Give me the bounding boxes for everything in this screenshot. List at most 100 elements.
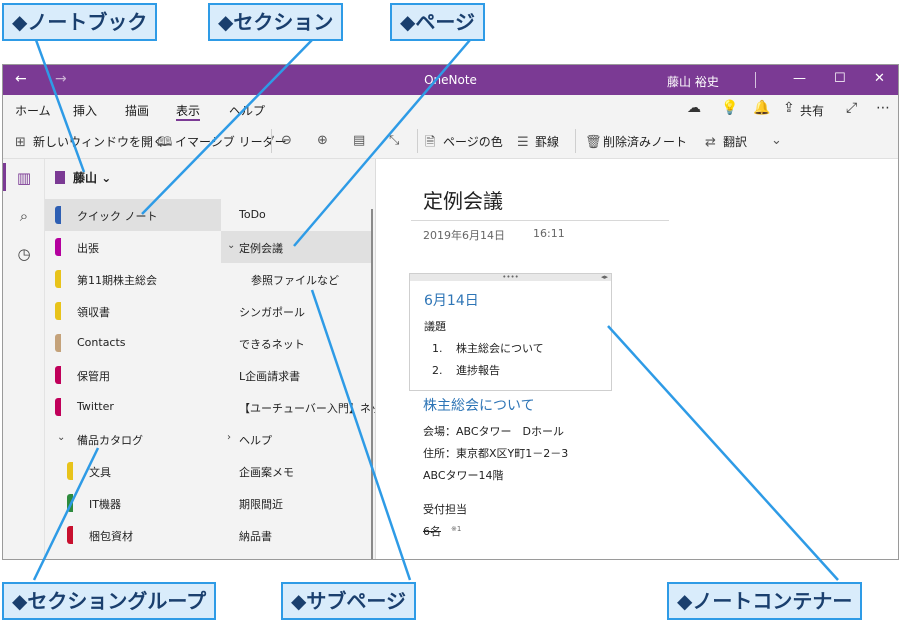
section-label: Contacts xyxy=(77,336,126,349)
page-date: 2019年6月14日 xyxy=(423,229,505,242)
section-tab-icon xyxy=(55,270,61,288)
note-line[interactable]: 6名 ※1 xyxy=(423,523,461,539)
section-item[interactable]: 文具 xyxy=(45,455,221,487)
note-line[interactable]: ABCタワー14階 xyxy=(423,467,504,483)
zoom-in-icon: ⊕ xyxy=(317,133,328,148)
user-name[interactable]: 藤山 裕史 xyxy=(667,73,719,90)
list-item[interactable]: 1. 株主総会について xyxy=(432,340,544,356)
note-container[interactable]: •••• ◂▸ 6月14日 議題 1. 株主総会について 2. 進捗報告 xyxy=(409,273,612,391)
page-item[interactable]: L企画請求書 xyxy=(221,359,373,391)
onenote-window: ← → OneNote 藤山 裕史 — ☐ ✕ ホーム 挿入 描画 表示 ヘルプ… xyxy=(2,64,899,560)
ribbon-tabs: ホーム 挿入 描画 表示 ヘルプ ☁ 💡 🔔 ⇪ 共有 ⤢ ⋯ xyxy=(3,95,898,123)
expand-icon[interactable]: ⤢ xyxy=(846,100,857,116)
immersive-reader-button[interactable]: 🕮 イマーシブ リーダー xyxy=(157,133,287,155)
toolbar-divider xyxy=(575,129,576,153)
section-label: 梱包資材 xyxy=(89,530,133,543)
section-item[interactable]: クイック ノート xyxy=(45,199,221,231)
section-tab-icon xyxy=(55,302,61,320)
notebook-name: 藤山 xyxy=(73,171,98,185)
note-heading[interactable]: 株主総会について xyxy=(423,395,535,415)
section-group-item[interactable]: ⌄ 備品カタログ xyxy=(45,423,221,455)
zoom-out-button[interactable]: ⊖ xyxy=(281,133,299,148)
note-line[interactable]: 受付担当 xyxy=(423,501,467,517)
zoom-in-button[interactable]: ⊕ xyxy=(317,133,335,148)
minimize-button[interactable]: — xyxy=(793,71,806,86)
search-icon[interactable]: ⌕ xyxy=(3,207,45,225)
lightbulb-icon[interactable]: 💡 xyxy=(721,100,738,116)
share-button[interactable]: 共有 xyxy=(800,102,824,119)
tab-draw[interactable]: 描画 xyxy=(125,102,149,119)
section-item[interactable]: 領収書 xyxy=(45,295,221,327)
page-item[interactable]: › ヘルプ xyxy=(221,423,373,455)
section-item[interactable]: 第11期株主総会 xyxy=(45,263,221,295)
notebooks-icon[interactable]: ▥ xyxy=(3,163,45,191)
list-number: 1. xyxy=(432,342,443,355)
list-item[interactable]: 2. 進捗報告 xyxy=(432,362,500,378)
page-item[interactable]: シンガポール xyxy=(221,295,373,327)
bell-icon[interactable]: 🔔 xyxy=(753,100,770,116)
more-icon[interactable]: ⋯ xyxy=(876,100,890,116)
page-label: L企画請求書 xyxy=(239,370,301,383)
tab-home[interactable]: ホーム xyxy=(15,102,51,119)
rule-lines-icon: ☰ xyxy=(517,135,529,150)
new-window-label: 新しいウィンドウを開く xyxy=(33,135,166,149)
page-list-scrollbar[interactable] xyxy=(371,209,373,559)
page-item[interactable]: ⌄ 定例会議 xyxy=(221,231,373,263)
section-tab-icon xyxy=(67,462,73,480)
section-item[interactable]: Twitter xyxy=(45,391,221,423)
sync-icon[interactable]: ☁ xyxy=(687,100,701,116)
callout-note-container: ◆ノートコンテナー xyxy=(667,582,863,620)
immersive-reader-label: イマーシブ リーダー xyxy=(175,135,287,149)
page-color-label: ページの色 xyxy=(443,135,503,149)
page-item[interactable]: ToDo xyxy=(221,199,373,231)
callout-page: ◆ページ xyxy=(390,3,485,41)
rule-lines-button[interactable]: ☰ 罫線 xyxy=(517,133,559,150)
footnote-mark: ※1 xyxy=(451,525,462,533)
translate-button[interactable]: ⇄ 翻訳 xyxy=(705,133,747,150)
container-heading[interactable]: 6月14日 xyxy=(424,290,479,310)
section-item[interactable]: IT機器 xyxy=(45,487,221,519)
toolbar-overflow-button[interactable]: ⌄ xyxy=(771,133,789,148)
section-item[interactable]: Contacts xyxy=(45,327,221,359)
page-item[interactable]: 納品書 xyxy=(221,519,373,551)
page-item[interactable]: できるネット xyxy=(221,327,373,359)
maximize-button[interactable]: ☐ xyxy=(834,71,846,86)
note-line[interactable]: 住所：東京都X区Y町1－2－3 xyxy=(423,445,568,461)
section-label: クイック ノート xyxy=(77,210,158,223)
fit-width-icon: ⤡ xyxy=(389,133,400,148)
section-item[interactable]: 保管用 xyxy=(45,359,221,391)
page-item[interactable]: 期限間近 xyxy=(221,487,373,519)
deleted-notes-button[interactable]: 🗑削除済みノート xyxy=(585,133,687,150)
section-item[interactable]: 梱包資材 xyxy=(45,519,221,551)
notebook-selector[interactable]: 藤山 ⌄ xyxy=(55,169,111,186)
tab-help[interactable]: ヘルプ xyxy=(229,102,265,119)
page-label: 【ユーチューバー入門】ネッ... xyxy=(239,402,375,415)
recent-notes-icon[interactable]: ◷ xyxy=(3,245,45,263)
page-color-button[interactable]: 🗎 ページの色 xyxy=(425,133,503,155)
page-title[interactable]: 定例会議 xyxy=(423,185,503,214)
page-item[interactable]: 企画案メモ xyxy=(221,455,373,487)
close-button[interactable]: ✕ xyxy=(874,71,885,86)
page-item[interactable]: 【ユーチューバー入門】ネッ... xyxy=(221,391,375,423)
tab-view[interactable]: 表示 xyxy=(176,102,201,121)
list-text: 進捗報告 xyxy=(456,364,500,377)
resize-arrows-icon[interactable]: ◂▸ xyxy=(601,274,608,281)
container-move-handle[interactable]: •••• ◂▸ xyxy=(410,274,611,281)
page-zoom-icon: ▤ xyxy=(353,133,366,148)
tab-insert[interactable]: 挿入 xyxy=(73,102,97,119)
section-label: 出張 xyxy=(77,242,99,255)
note-line[interactable]: 会場：ABCタワー Dホール xyxy=(423,423,564,439)
page-label: 期限間近 xyxy=(239,498,283,511)
page-width-button[interactable]: ⤡ xyxy=(389,133,407,148)
share-icon[interactable]: ⇪ xyxy=(783,100,795,116)
section-group-label: 備品カタログ xyxy=(77,434,143,447)
note-canvas[interactable]: 定例会議 2019年6月14日 16:11 •••• ◂▸ 6月14日 議題 1.… xyxy=(377,159,898,559)
immersive-reader-icon: 🕮 xyxy=(157,135,173,150)
subpage-item[interactable]: 参照ファイルなど xyxy=(221,263,373,295)
section-tab-icon xyxy=(55,334,61,352)
section-item[interactable]: 出張 xyxy=(45,231,221,263)
container-subheading[interactable]: 議題 xyxy=(424,318,446,334)
zoom-100-button[interactable]: ▤ xyxy=(353,133,371,148)
new-window-button[interactable]: ⊞ 新しいウィンドウを開く xyxy=(15,133,165,150)
callout-section-group: ◆セクショングループ xyxy=(2,582,217,620)
